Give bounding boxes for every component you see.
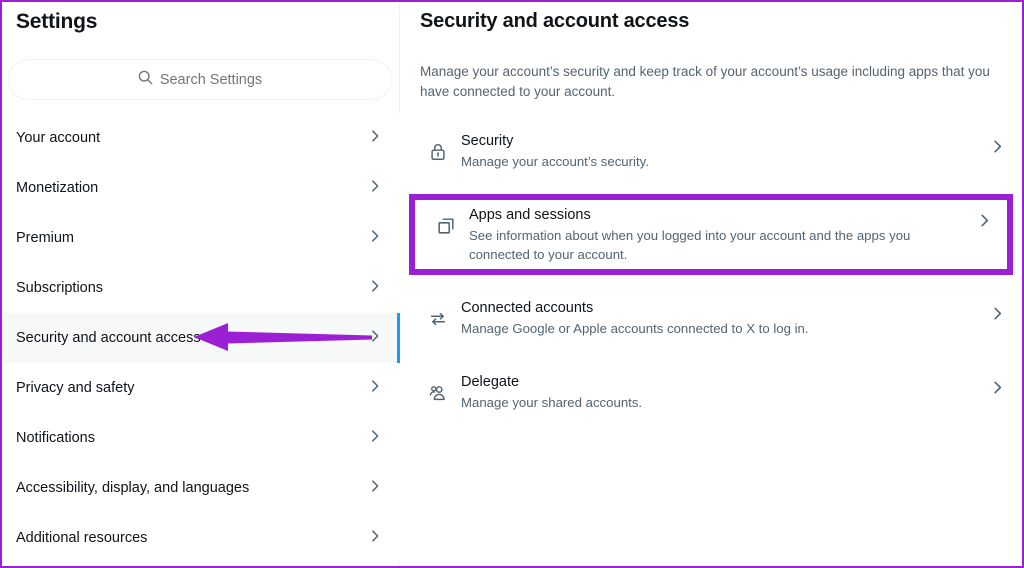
settings-sidebar: Settings Search Settings Your account Mo…: [2, 2, 400, 566]
sidebar-item-label: Premium: [16, 230, 75, 246]
list-item-text: Delegate Manage your shared accounts.: [461, 372, 972, 412]
search-input[interactable]: Search Settings: [8, 59, 392, 100]
chevron-right-icon: [368, 429, 382, 448]
list-item-title: Security: [461, 133, 514, 149]
lock-icon: [415, 131, 461, 162]
chevron-right-icon: [972, 298, 1022, 321]
sidebar-item-label: Your account: [16, 130, 101, 146]
chevron-right-icon: [368, 379, 382, 398]
list-item-text: Apps and sessions See information about …: [469, 205, 961, 264]
list-item-subtitle: See information about when you logged in…: [469, 228, 911, 262]
swap-arrows-icon: [415, 298, 461, 329]
sidebar-item-additional-resources[interactable]: Additional resources: [2, 513, 400, 563]
list-item-security[interactable]: Security Manage your account’s security.: [401, 120, 1022, 182]
sidebar-item-monetization[interactable]: Monetization: [2, 163, 400, 213]
row-spacer: [401, 275, 1022, 287]
main-panel-description: Manage your account’s security and keep …: [420, 64, 990, 99]
settings-screenshot: Settings Search Settings Your account Mo…: [0, 0, 1024, 568]
sidebar-item-premium[interactable]: Premium: [2, 213, 400, 263]
sidebar-item-privacy-and-safety[interactable]: Privacy and safety: [2, 363, 400, 413]
chevron-right-icon: [368, 279, 382, 298]
list-item-subtitle: Manage your shared accounts.: [461, 395, 643, 410]
list-item-title: Connected accounts: [461, 300, 594, 316]
sidebar-item-label: Privacy and safety: [16, 380, 135, 396]
chevron-right-icon: [368, 229, 382, 248]
search-icon: [138, 70, 153, 90]
sidebar-item-label: Additional resources: [16, 530, 148, 546]
chevron-right-icon: [368, 529, 382, 548]
chevron-right-icon: [368, 129, 382, 148]
main-panel-title: Security and account access: [420, 10, 690, 32]
page-title: Settings: [16, 10, 98, 33]
chevron-right-icon: [368, 179, 382, 198]
list-item-title: Delegate: [461, 374, 520, 390]
chevron-right-icon: [972, 372, 1022, 395]
sidebar-item-subscriptions[interactable]: Subscriptions: [2, 263, 400, 313]
sidebar-nav-list: Your account Monetization Premium Subscr…: [2, 113, 400, 563]
security-settings-list: Security Manage your account’s security.: [401, 120, 1022, 423]
row-spacer: [401, 349, 1022, 361]
list-item-subtitle: Manage Google or Apple accounts connecte…: [461, 321, 809, 336]
stacked-squares-icon: [423, 205, 469, 236]
chevron-right-icon: [961, 205, 1007, 228]
sidebar-item-accessibility-display-and-languages[interactable]: Accessibility, display, and languages: [2, 463, 400, 513]
list-item-connected-accounts[interactable]: Connected accounts Manage Google or Appl…: [401, 287, 1022, 349]
list-item-title: Apps and sessions: [469, 207, 591, 223]
chevron-right-icon: [368, 329, 382, 348]
chevron-right-icon: [972, 131, 1022, 154]
sidebar-item-label: Monetization: [16, 180, 99, 196]
search-placeholder-text: Search Settings: [159, 71, 263, 88]
list-item-subtitle: Manage your account’s security.: [461, 154, 649, 169]
sidebar-item-security-and-account-access[interactable]: Security and account access: [2, 313, 400, 363]
chevron-right-icon: [368, 479, 382, 498]
people-icon: [415, 372, 461, 403]
sidebar-item-notifications[interactable]: Notifications: [2, 413, 400, 463]
row-spacer: [401, 182, 1022, 194]
list-item-apps-and-sessions[interactable]: Apps and sessions See information about …: [409, 194, 1013, 275]
sidebar-item-label: Subscriptions: [16, 280, 104, 296]
list-item-text: Connected accounts Manage Google or Appl…: [461, 298, 972, 338]
sidebar-item-your-account[interactable]: Your account: [2, 113, 400, 163]
list-item-text: Security Manage your account’s security.: [461, 131, 972, 171]
list-item-delegate[interactable]: Delegate Manage your shared accounts.: [401, 361, 1022, 423]
sidebar-item-label: Accessibility, display, and languages: [16, 480, 250, 496]
main-panel: Security and account access Manage your …: [401, 2, 1022, 566]
sidebar-item-label: Notifications: [16, 430, 95, 446]
sidebar-item-label: Security and account access: [16, 330, 201, 346]
